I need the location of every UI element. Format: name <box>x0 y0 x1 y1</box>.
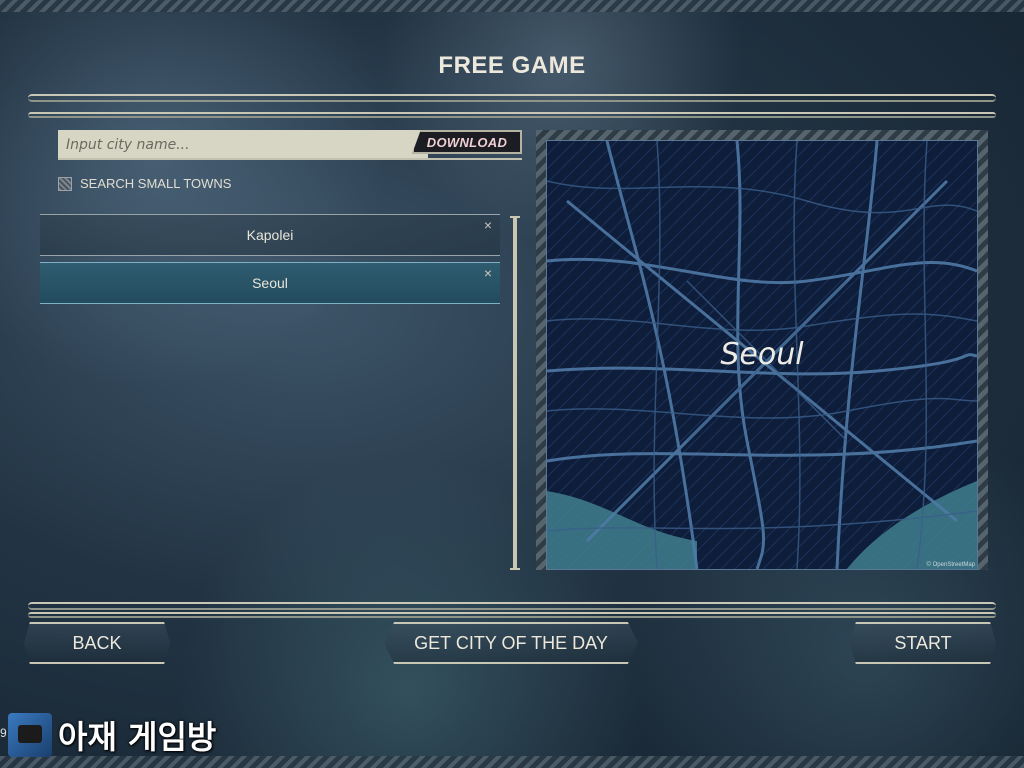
header-rail-inner <box>28 112 996 118</box>
search-underline <box>58 158 522 160</box>
start-button[interactable]: START <box>850 622 996 664</box>
watermark-text: 아재 게임방 <box>58 718 217 756</box>
city-name: Kapolei <box>246 227 294 243</box>
city-list-scrollbar[interactable] <box>510 216 520 570</box>
watermark-avatar <box>8 713 52 757</box>
header-rail <box>28 94 996 102</box>
close-icon[interactable]: × <box>484 217 492 233</box>
small-towns-label: SEARCH SMALL TOWNS <box>80 176 232 191</box>
map-city-label: Seoul <box>720 337 804 372</box>
watermark: 아재 게임방 <box>8 712 216 758</box>
city-name: Seoul <box>252 275 288 291</box>
close-icon[interactable]: × <box>484 265 492 281</box>
scrollbar-cap-top <box>510 216 520 218</box>
version-text: 9 <box>0 726 7 740</box>
map-credit: © OpenStreetMap <box>926 562 975 568</box>
small-towns-checkbox[interactable] <box>58 176 72 191</box>
city-map-preview: Seoul © OpenStreetMap <box>546 140 978 570</box>
city-list-item[interactable]: Kapolei × <box>40 214 500 256</box>
scrollbar-cap-bottom <box>510 568 520 570</box>
footer-rail <box>28 602 996 610</box>
city-list: Kapolei × Seoul × <box>40 214 500 310</box>
city-search: DOWNLOAD <box>58 130 522 160</box>
screen-title: FREE GAME <box>438 52 586 79</box>
footer-rail-inner <box>28 612 996 618</box>
small-towns-option[interactable]: SEARCH SMALL TOWNS <box>58 176 231 191</box>
city-of-the-day-button[interactable]: GET CITY OF THE DAY <box>384 622 638 664</box>
city-search-input[interactable] <box>58 130 428 160</box>
download-button[interactable]: DOWNLOAD <box>412 130 522 154</box>
scrollbar-track[interactable] <box>513 216 517 570</box>
top-hatch-border <box>0 0 1024 12</box>
back-button[interactable]: BACK <box>24 622 170 664</box>
city-list-item-selected[interactable]: Seoul × <box>40 262 500 304</box>
